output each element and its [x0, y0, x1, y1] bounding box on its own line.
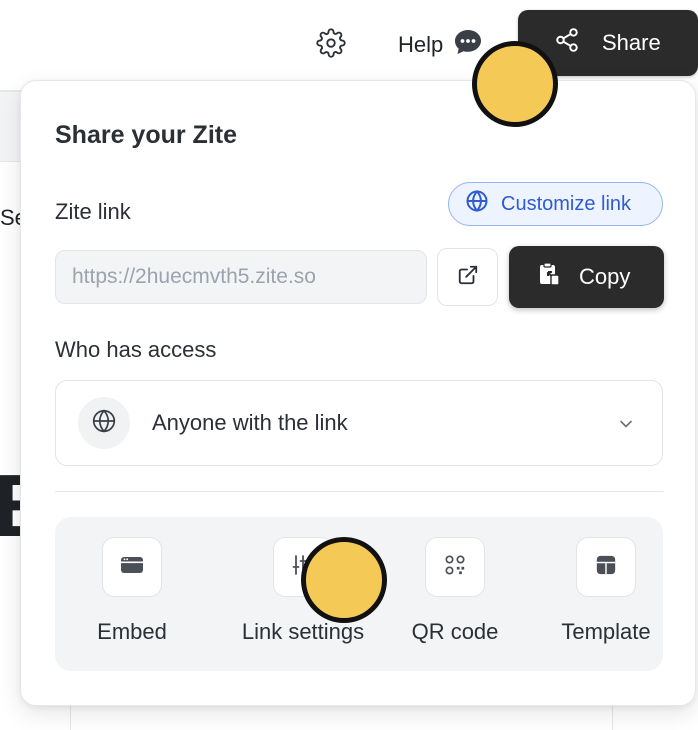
section-divider: [55, 491, 663, 492]
zite-link-field[interactable]: [55, 250, 427, 304]
chevron-down-icon[interactable]: [616, 414, 636, 439]
copy-label: Copy: [579, 264, 631, 289]
zite-link-label: Zite link: [55, 199, 131, 224]
template-option-label: Template: [561, 619, 651, 644]
embed-option-icon-box: [102, 537, 162, 597]
customize-link-button[interactable]: Customize link: [448, 182, 663, 226]
clipboard-icon: [537, 261, 561, 293]
embed-icon: [120, 555, 144, 580]
access-dropdown[interactable]: Anyone with the link: [55, 380, 663, 466]
globe-icon: [91, 408, 117, 439]
access-icon-badge: [78, 397, 130, 449]
help-button[interactable]: Help: [398, 27, 483, 63]
qr-code-icon: [444, 554, 466, 581]
template-option-icon-box: [576, 537, 636, 597]
cursor-marker: [301, 537, 387, 623]
share-icon: [554, 27, 580, 59]
share-label: Share: [602, 30, 661, 55]
qr-code-option[interactable]: QR code: [380, 537, 530, 645]
popover-title: Share your Zite: [55, 121, 237, 149]
template-icon: [595, 554, 617, 581]
access-value: Anyone with the link: [152, 410, 348, 435]
customize-link-label: Customize link: [501, 192, 632, 215]
page-header-strip: [0, 92, 22, 162]
qr-code-option-label: QR code: [411, 619, 499, 644]
copy-button[interactable]: Copy: [509, 246, 664, 308]
template-option[interactable]: Template: [531, 537, 681, 645]
who-has-access-label: Who has access: [55, 337, 217, 362]
settings-button[interactable]: [313, 27, 349, 63]
embed-option[interactable]: Embed: [57, 537, 207, 645]
qr-code-option-icon-box: [425, 537, 485, 597]
help-label: Help: [398, 32, 444, 57]
cursor-marker: [472, 41, 558, 127]
gear-icon: [316, 27, 346, 63]
external-link-icon: [457, 264, 479, 291]
globe-icon: [465, 189, 489, 219]
chat-bubble-icon: [453, 28, 483, 62]
open-link-button[interactable]: [437, 248, 498, 306]
embed-option-label: Embed: [97, 619, 167, 644]
